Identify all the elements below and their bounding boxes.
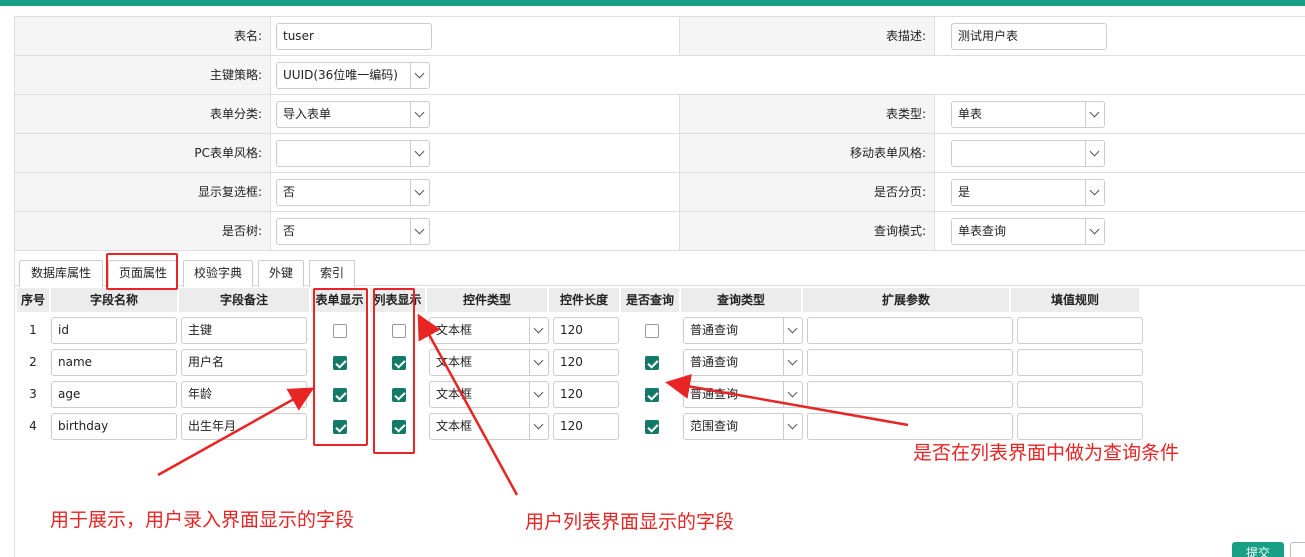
form-display-note: 用于展示，用户录入界面显示的字段	[50, 509, 355, 531]
annotation-arrows	[157, 313, 909, 496]
query-note: 是否在列表界面中做为查询条件	[913, 442, 1180, 464]
list-display-note: 用户列表界面显示的字段	[525, 511, 735, 533]
secondary-button[interactable]	[1290, 542, 1305, 557]
submit-button[interactable]: 提交	[1232, 542, 1284, 557]
